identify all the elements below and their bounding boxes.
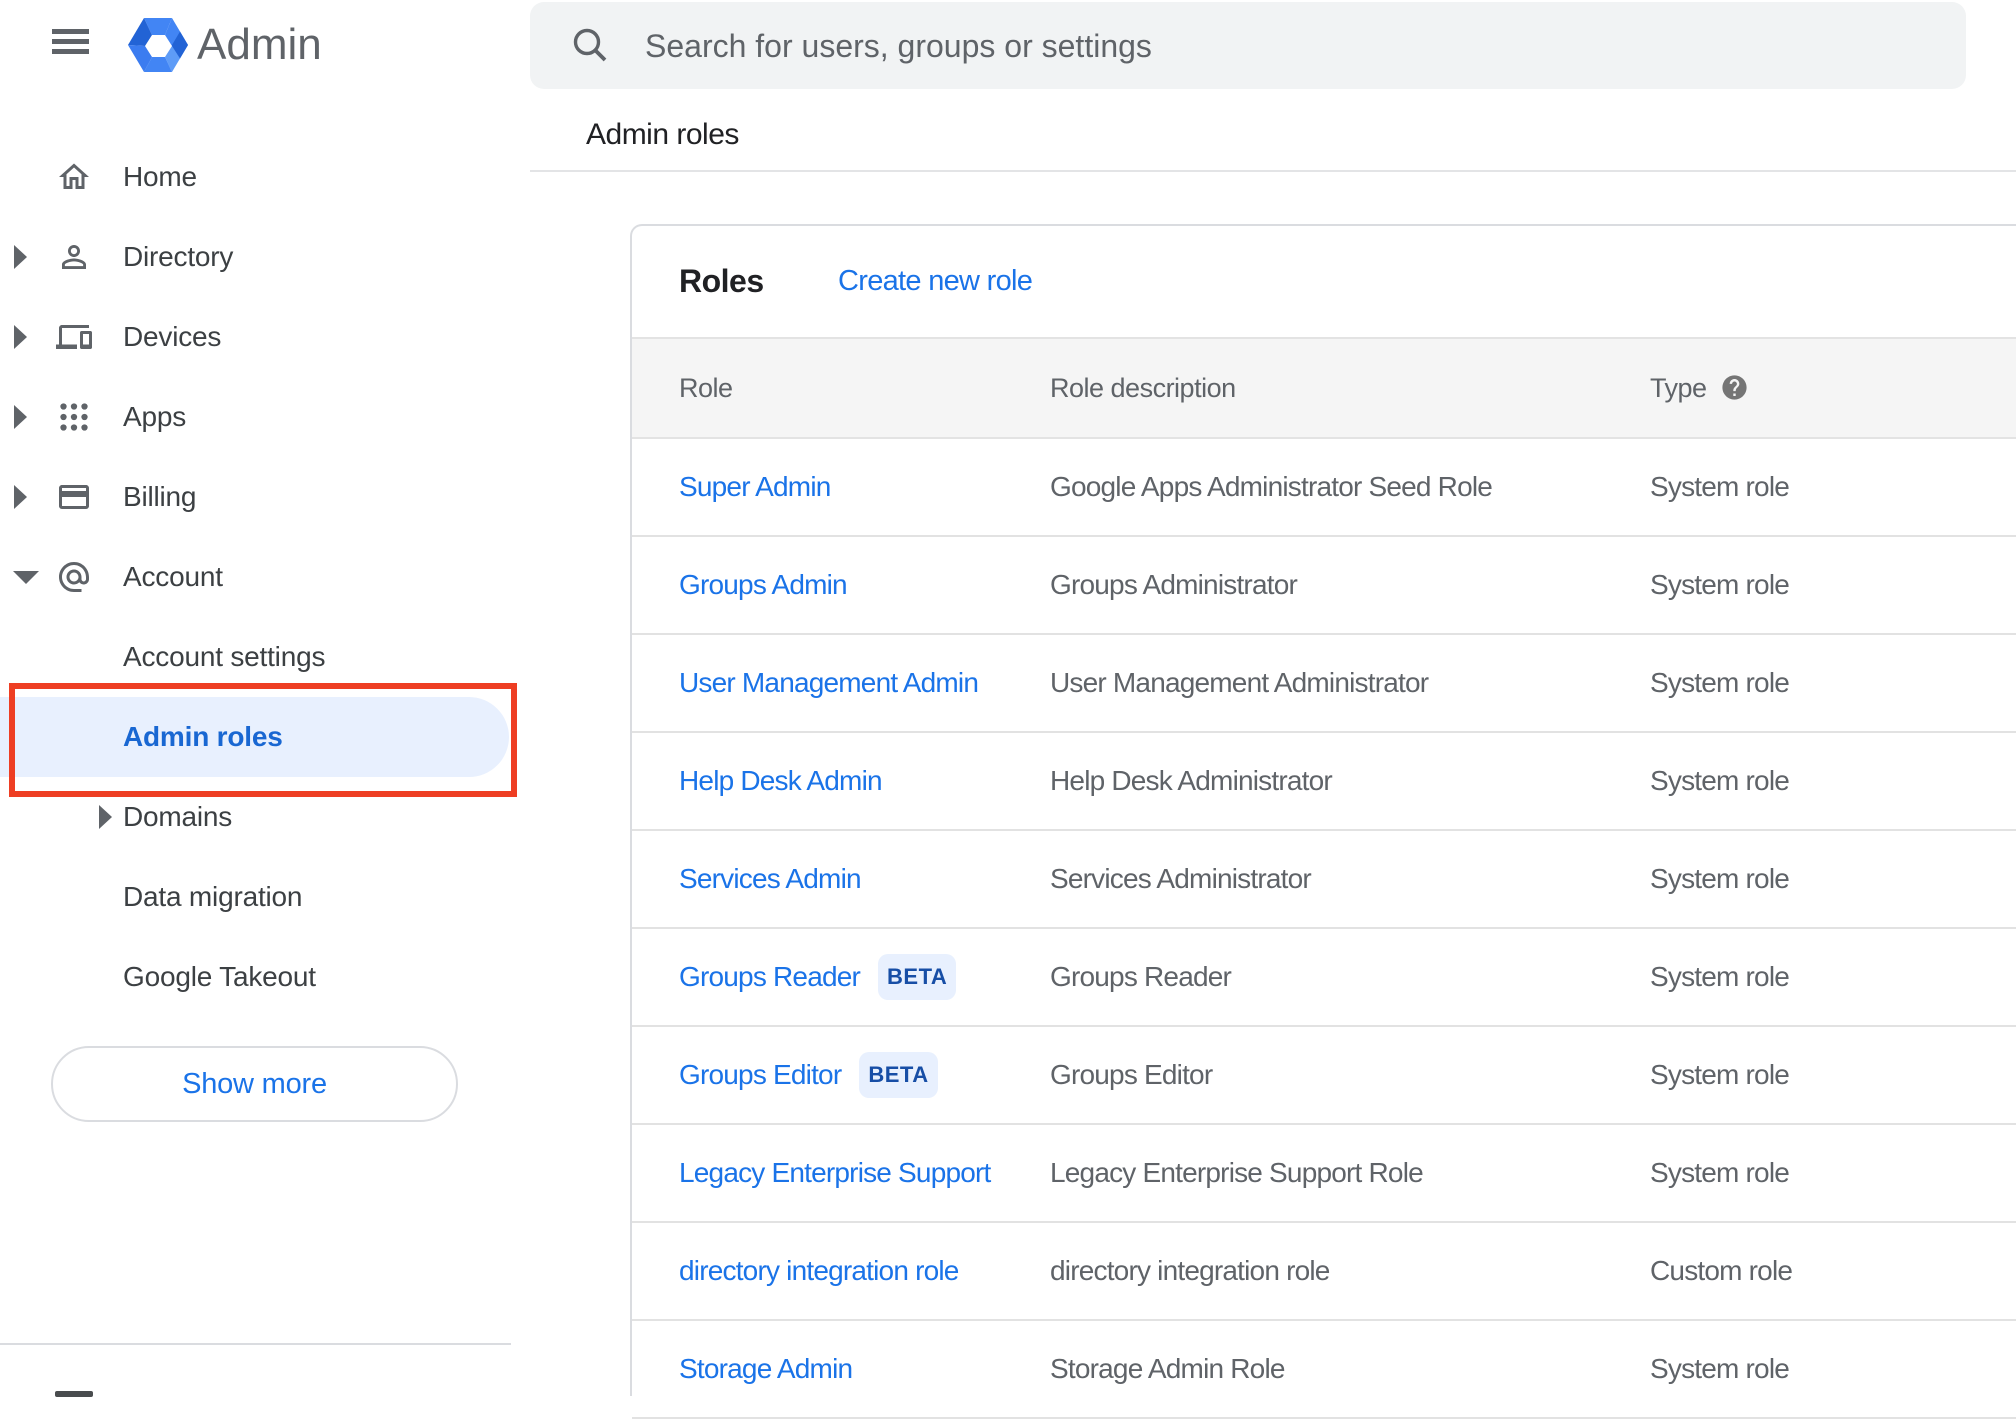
role-description: Google Apps Administrator Seed Role [1050, 471, 1493, 502]
person-icon [62, 245, 86, 269]
role-link[interactable]: Storage Admin [679, 1321, 853, 1417]
role-link[interactable]: Groups Reader [679, 961, 861, 992]
expand-arrow-icon[interactable] [14, 485, 27, 509]
role-link[interactable]: Groups Editor [679, 1059, 842, 1090]
sidebar-item-devices[interactable]: Devices [0, 297, 516, 377]
sidebar-item-directory[interactable]: Directory [0, 217, 516, 297]
table-row: Groups Reader BETA Groups Reader System r… [632, 929, 2016, 1027]
at-sign-icon [59, 562, 89, 592]
role-type: Custom role [1650, 1255, 1793, 1286]
role-link-with-badge[interactable]: Groups Reader BETA [679, 929, 957, 1025]
beta-badge: BETA [878, 953, 957, 1000]
role-link[interactable]: User Management Admin [679, 635, 979, 731]
expand-arrow-icon[interactable] [14, 245, 27, 269]
column-header-description: Role description [1050, 373, 1236, 403]
sidebar-item-label: Account [123, 561, 223, 592]
role-description: Storage Admin Role [1050, 1353, 1285, 1384]
role-description: Legacy Enterprise Support Role [1050, 1157, 1424, 1188]
table-row: Super Admin Google Apps Administrator Se… [632, 439, 2016, 537]
sidebar-item-label: Apps [123, 401, 187, 432]
role-type: System role [1650, 863, 1790, 894]
credit-card-icon [59, 485, 89, 509]
table-row: Services Admin Services Administrator Sy… [632, 831, 2016, 929]
partial-icon [55, 1391, 93, 1397]
title-divider [530, 170, 2016, 172]
search-bar[interactable]: Search for users, groups or settings [530, 2, 1966, 89]
sidebar-item-label: Home [123, 161, 197, 192]
role-link[interactable]: directory integration role [679, 1223, 959, 1319]
role-type: System role [1650, 1353, 1790, 1384]
sidebar-item-data-migration[interactable]: Data migration [0, 857, 516, 937]
role-link[interactable]: Super Admin [679, 439, 831, 535]
google-admin-logo [128, 18, 188, 72]
table-row: Legacy Enterprise Support Legacy Enterpr… [632, 1125, 2016, 1223]
expand-arrow-icon[interactable] [99, 805, 112, 829]
role-description: Services Administrator [1050, 863, 1312, 894]
show-more-button[interactable]: Show more [51, 1046, 458, 1122]
role-link[interactable]: Groups Admin [679, 537, 848, 633]
help-icon[interactable] [1720, 373, 1749, 402]
sidebar-item-label: Billing [123, 481, 197, 512]
roles-card-title: Roles [679, 263, 764, 299]
sidebar-item-account[interactable]: Account [0, 537, 516, 617]
role-type: System role [1650, 569, 1790, 600]
sidebar-item-label: Devices [123, 321, 222, 352]
devices-icon [56, 325, 92, 349]
role-link[interactable]: Services Admin [679, 831, 862, 927]
sidebar-item-label: Directory [123, 241, 234, 272]
column-header-role: Role [679, 373, 733, 403]
role-description: Groups Reader [1050, 961, 1232, 992]
role-type: System role [1650, 765, 1790, 796]
role-link[interactable]: Legacy Enterprise Support [679, 1125, 991, 1221]
sidebar-item-label: Data migration [123, 881, 303, 912]
search-icon [573, 28, 607, 62]
expand-arrow-icon[interactable] [14, 325, 27, 349]
table-row: Groups Admin Groups Administrator System… [632, 537, 2016, 635]
brand-name: Admin [197, 20, 322, 69]
role-description: Help Desk Administrator [1050, 765, 1333, 796]
role-type: System role [1650, 1059, 1790, 1090]
table-row: Groups Editor BETA Groups Editor System r… [632, 1027, 2016, 1125]
role-link-with-badge[interactable]: Groups Editor BETA [679, 1027, 938, 1123]
sidebar-divider [0, 1343, 511, 1345]
role-description: User Management Administrator [1050, 667, 1429, 698]
annotation-highlight-box [9, 683, 517, 797]
roles-card: Roles Create new role Role Role descript… [630, 224, 2016, 1419]
role-link[interactable]: Help Desk Admin [679, 733, 883, 829]
column-header-type: Type [1650, 373, 1707, 403]
role-description: Groups Administrator [1050, 569, 1298, 600]
role-description: directory integration role [1050, 1255, 1330, 1286]
home-icon [59, 163, 89, 189]
role-type: System role [1650, 471, 1790, 502]
role-type: System role [1650, 961, 1790, 992]
page-title: Admin roles [586, 118, 739, 151]
hamburger-menu-icon[interactable] [52, 29, 89, 55]
sidebar-item-label: Google Takeout [123, 961, 316, 992]
sidebar-item-google-takeout[interactable]: Google Takeout [0, 937, 516, 1017]
role-type: System role [1650, 1157, 1790, 1188]
sidebar-item-home[interactable]: Home [0, 137, 516, 217]
table-row: directory integration role directory int… [632, 1223, 2016, 1321]
create-new-role-link[interactable]: Create new role [838, 226, 1033, 337]
search-placeholder: Search for users, groups or settings [645, 28, 1152, 64]
table-row: Help Desk Admin Help Desk Administrator … [632, 733, 2016, 831]
table-row: Storage Admin Storage Admin Role System … [632, 1321, 2016, 1419]
table-row: User Management Admin User Management Ad… [632, 635, 2016, 733]
sidebar-item-apps[interactable]: Apps [0, 377, 516, 457]
role-type: System role [1650, 667, 1790, 698]
table-header-row: Role Role description Type [632, 337, 2016, 439]
apps-grid-icon [60, 403, 88, 431]
role-description: Groups Editor [1050, 1059, 1213, 1090]
roles-table-body: Super Admin Google Apps Administrator Se… [632, 439, 2016, 1419]
expand-arrow-icon[interactable] [14, 405, 27, 429]
roles-card-header: Roles Create new role [632, 226, 2016, 337]
sidebar-item-billing[interactable]: Billing [0, 457, 516, 537]
collapse-arrow-icon[interactable] [13, 571, 39, 584]
beta-badge: BETA [859, 1051, 938, 1098]
